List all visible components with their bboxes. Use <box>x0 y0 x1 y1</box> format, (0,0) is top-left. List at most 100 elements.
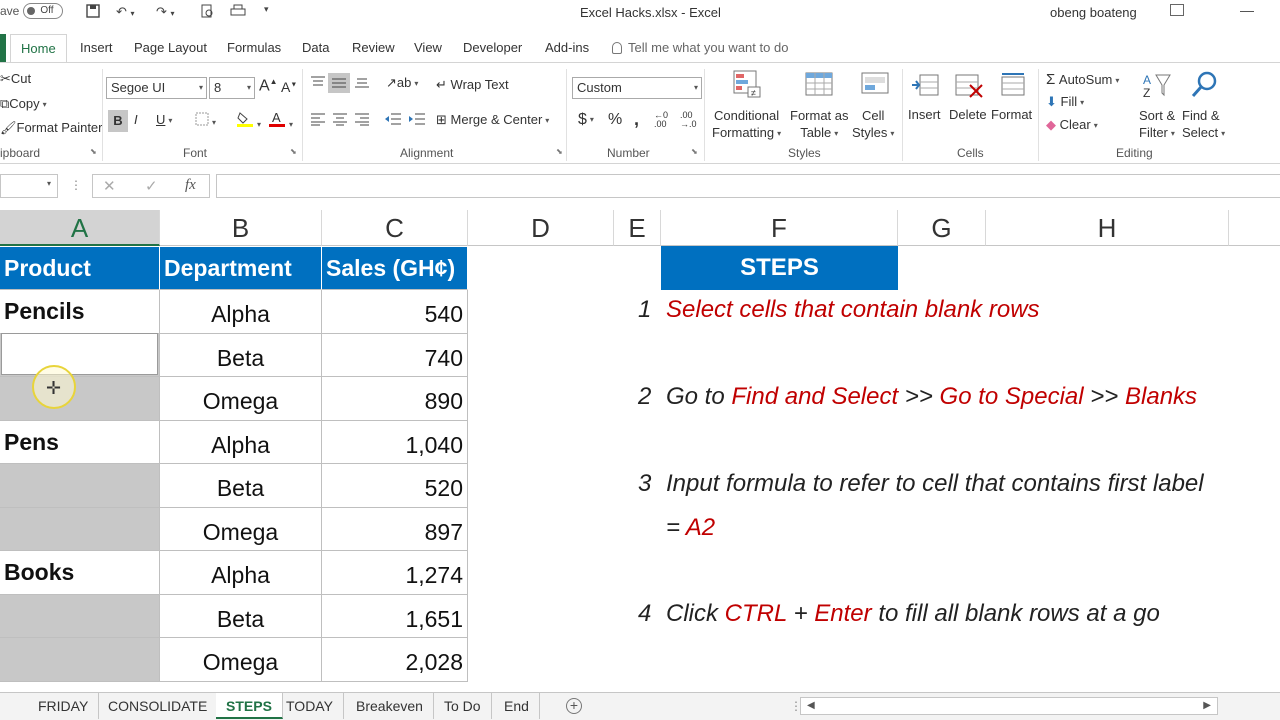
column-header-next[interactable] <box>1229 210 1280 246</box>
print-preview-icon[interactable] <box>200 4 214 21</box>
increase-decimal-icon[interactable]: ←0.00 <box>654 111 668 129</box>
align-left-icon[interactable] <box>310 112 326 129</box>
clear-button[interactable]: ◆ Clear ▾ <box>1046 117 1098 133</box>
header-department[interactable]: Department <box>160 247 322 290</box>
product-cell[interactable] <box>0 377 160 421</box>
product-cell[interactable]: Pens <box>0 421 160 464</box>
increase-indent-icon[interactable] <box>408 112 426 129</box>
product-cell[interactable]: Pencils <box>0 290 160 334</box>
tab-insert[interactable]: Insert <box>70 34 123 62</box>
align-center-icon[interactable] <box>332 112 348 129</box>
sort-filter-button[interactable]: Sort & Filter ▾ <box>1139 107 1175 142</box>
sheet-tab-today[interactable]: TODAY <box>276 693 344 719</box>
scroll-left-icon[interactable]: ◀ <box>807 700 815 711</box>
sheet-tab-end[interactable]: End <box>494 693 540 719</box>
fill-button[interactable]: ⬇ Fill ▾ <box>1046 94 1084 110</box>
sales-cell[interactable]: 2,028 <box>322 638 468 682</box>
enter-icon[interactable]: ✓ <box>145 177 158 195</box>
alignment-launcher-icon[interactable]: ⬊ <box>556 147 563 156</box>
minimize-icon[interactable] <box>1240 11 1254 12</box>
tab-view[interactable]: View <box>404 34 452 62</box>
column-header-f[interactable]: F <box>661 210 898 246</box>
align-bottom-icon[interactable] <box>354 75 370 92</box>
department-cell[interactable]: Beta <box>160 595 322 638</box>
sales-cell[interactable]: 520 <box>322 464 468 508</box>
sales-cell[interactable]: 897 <box>322 508 468 551</box>
align-middle-icon[interactable] <box>328 73 350 93</box>
redo-icon[interactable]: ↷ ▾ <box>156 4 175 20</box>
product-cell[interactable]: Books <box>0 551 160 595</box>
sheet-tab-to-do[interactable]: To Do <box>434 693 492 719</box>
tell-me-search[interactable]: Tell me what you want to do <box>612 40 788 55</box>
ribbon-display-options-icon[interactable] <box>1170 4 1184 16</box>
department-cell[interactable]: Alpha <box>160 290 322 334</box>
number-format-select[interactable]: Custom ▾ <box>572 77 702 99</box>
header-sales[interactable]: Sales (GH¢) <box>322 247 468 290</box>
header-product[interactable]: Product <box>0 247 160 290</box>
customize-qat-icon[interactable]: ▾ <box>264 4 269 15</box>
tab-data[interactable]: Data <box>292 34 339 62</box>
column-header-d[interactable]: D <box>468 210 614 246</box>
find-select-button[interactable]: Find & Select ▾ <box>1182 107 1225 142</box>
department-cell[interactable]: Omega <box>160 377 322 421</box>
column-header-h[interactable]: H <box>986 210 1229 246</box>
cut-button[interactable]: ✂Cut <box>0 71 31 87</box>
horizontal-scrollbar[interactable]: ◀ ▶ <box>800 697 1218 715</box>
sheet-tab-friday[interactable]: FRIDAY <box>28 693 100 719</box>
insert-cells-button[interactable]: Insert <box>908 107 941 122</box>
column-header-g[interactable]: G <box>898 210 986 246</box>
product-cell[interactable] <box>0 595 160 638</box>
department-cell[interactable]: Beta <box>160 334 322 377</box>
active-cell-a3[interactable] <box>1 333 158 375</box>
align-top-icon[interactable] <box>310 75 326 92</box>
tab-developer[interactable]: Developer <box>453 34 532 62</box>
decrease-indent-icon[interactable] <box>384 112 402 129</box>
copy-button[interactable]: ⧉Copy ▾ <box>0 96 47 112</box>
tab-add-ins[interactable]: Add-ins <box>535 34 599 62</box>
sales-cell[interactable]: 740 <box>322 334 468 377</box>
column-header-a[interactable]: A <box>0 210 160 246</box>
sales-cell[interactable]: 890 <box>322 377 468 421</box>
format-as-table-button[interactable]: Format as Table ▾ <box>790 107 849 142</box>
tab-page-layout[interactable]: Page Layout <box>124 34 217 62</box>
tab-home[interactable]: Home <box>10 34 67 62</box>
column-header-e[interactable]: E <box>614 210 661 246</box>
department-cell[interactable]: Alpha <box>160 551 322 595</box>
font-size-select[interactable]: 8 ▾ <box>209 77 255 99</box>
sheet-tab-breakeven[interactable]: Breakeven <box>346 693 434 719</box>
quick-print-icon[interactable] <box>230 4 246 21</box>
shrink-font-icon[interactable]: A▼ <box>281 79 297 95</box>
save-icon[interactable] <box>86 4 100 21</box>
insert-function-icon[interactable]: fx <box>185 177 196 194</box>
product-cell[interactable] <box>0 508 160 551</box>
cancel-icon[interactable]: ✕ <box>103 177 116 195</box>
sales-cell[interactable]: 1,651 <box>322 595 468 638</box>
sheet-tab-consolidate[interactable]: CONSOLIDATE <box>98 693 219 719</box>
italic-icon[interactable]: I <box>134 112 138 127</box>
grow-font-icon[interactable]: A▲ <box>259 77 278 95</box>
column-header-c[interactable]: C <box>322 210 468 246</box>
underline-icon[interactable]: U ▾ <box>156 112 172 127</box>
percent-button[interactable]: % <box>608 111 622 129</box>
autosum-button[interactable]: Σ AutoSum ▾ <box>1046 71 1119 88</box>
decrease-decimal-icon[interactable]: .00 →.0 <box>680 111 697 129</box>
delete-cells-button[interactable]: Delete <box>949 107 987 122</box>
merge-center-button[interactable]: ⊞ Merge & Center ▾ <box>436 112 549 128</box>
sales-cell[interactable]: 540 <box>322 290 468 334</box>
tab-review[interactable]: Review <box>342 34 405 62</box>
worksheet-grid[interactable]: A B C D E F G H Product Department Sales… <box>0 210 1280 692</box>
add-sheet-icon[interactable]: + <box>566 698 582 714</box>
autosave-toggle[interactable]: ave Off <box>0 3 64 19</box>
sales-cell[interactable]: 1,040 <box>322 421 468 464</box>
scroll-right-icon[interactable]: ▶ <box>1203 700 1211 711</box>
step-2[interactable]: 2 Go to Find and Select >> Go to Special … <box>638 383 1197 411</box>
font-color-icon[interactable]: A ▾ <box>268 110 293 131</box>
font-launcher-icon[interactable]: ⬊ <box>290 147 297 156</box>
wrap-text-button[interactable]: ↵ Wrap Text <box>436 77 509 93</box>
department-cell[interactable]: Omega <box>160 508 322 551</box>
step-1[interactable]: 1 Select cells that contain blank rows <box>638 296 1040 324</box>
sales-cell[interactable]: 1,274 <box>322 551 468 595</box>
product-cell[interactable] <box>0 638 160 682</box>
step-4[interactable]: 4 Click CTRL + Enter to fill all blank ro… <box>638 600 1160 628</box>
step-3[interactable]: 3 Input formula to refer to cell that con… <box>638 470 1204 498</box>
